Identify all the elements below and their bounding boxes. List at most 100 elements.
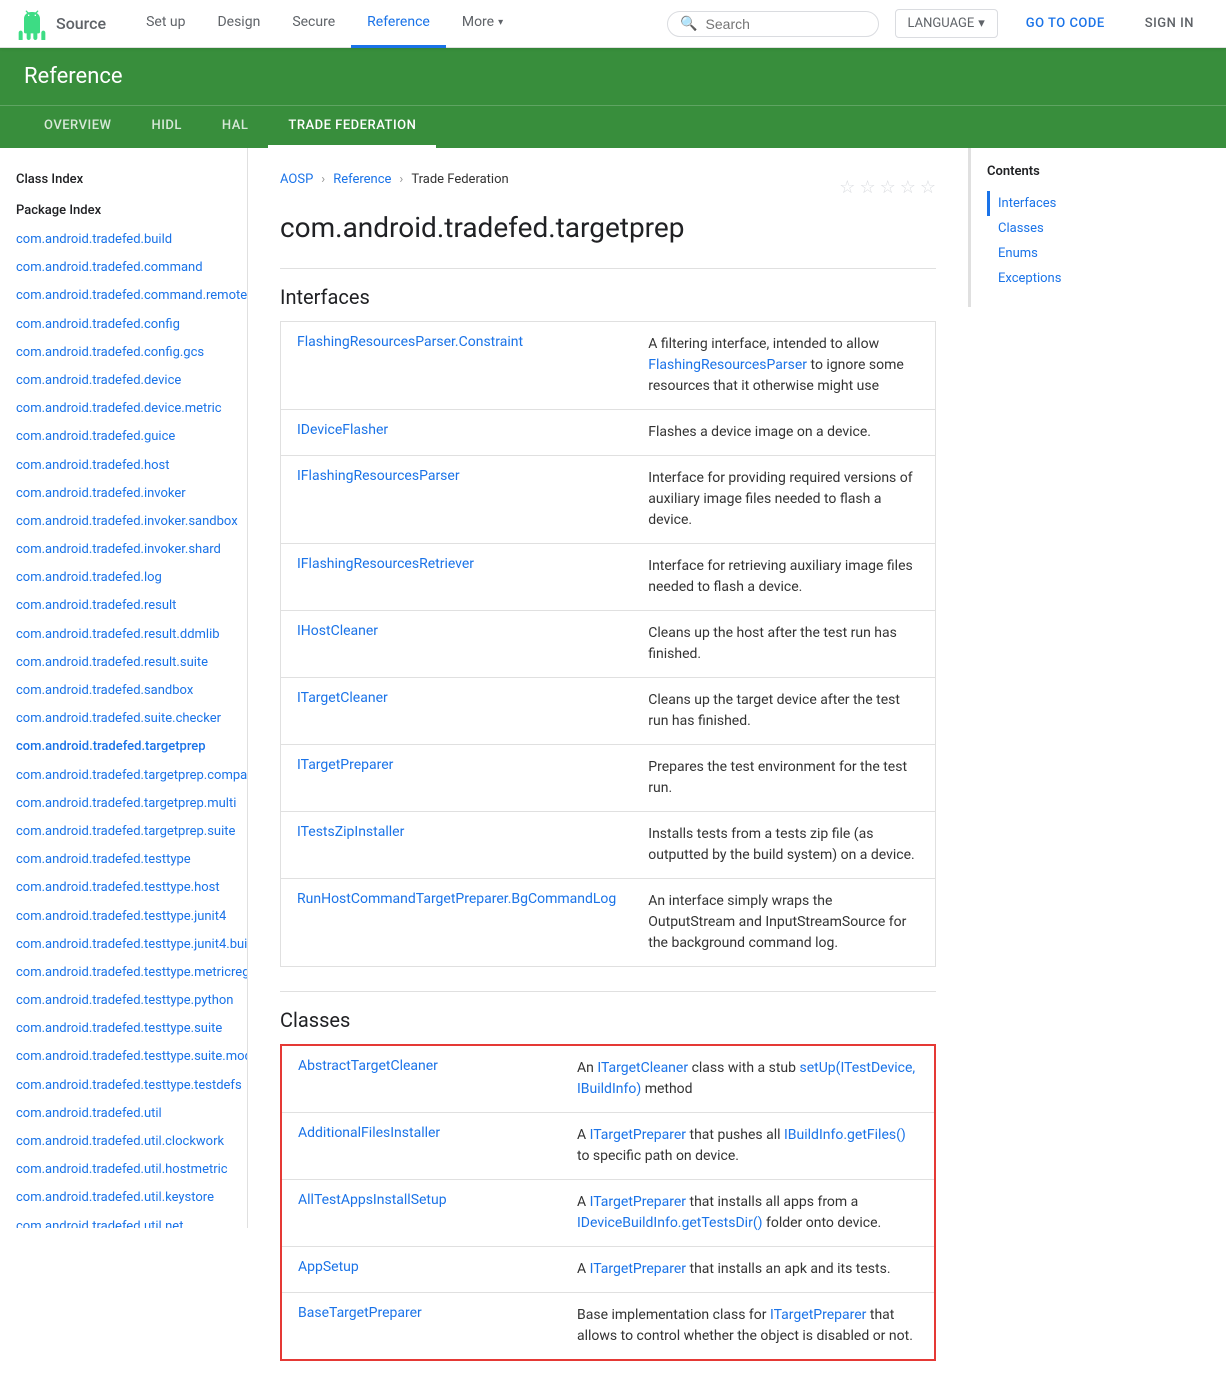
inline-link-ibuildinfo-getfiles[interactable]: IBuildInfo.getFiles() bbox=[784, 1127, 906, 1143]
star-1[interactable]: ☆ bbox=[839, 177, 855, 198]
sidebar-link-config-gcs[interactable]: com.android.tradefed.config.gcs bbox=[0, 339, 247, 367]
sidebar-link-targetprep-suite[interactable]: com.android.tradefed.targetprep.suite bbox=[0, 818, 247, 846]
subnav-hal[interactable]: HAL bbox=[202, 106, 268, 148]
interface-desc-itests-zip-installer: Installs tests from a tests zip file (as… bbox=[632, 812, 935, 879]
sidebar-link-testtype-suite[interactable]: com.android.tradefed.testtype.suite bbox=[0, 1015, 247, 1043]
table-row: BaseTargetPreparer Base implementation c… bbox=[281, 1293, 935, 1361]
sidebar-link-testtype-suite-module[interactable]: com.android.tradefed.testtype.suite.modu… bbox=[0, 1043, 247, 1071]
class-link-additional-files-installer[interactable]: AdditionalFilesInstaller bbox=[298, 1125, 440, 1141]
sidebar-link-testtype-host[interactable]: com.android.tradefed.testtype.host bbox=[0, 874, 247, 902]
interface-link-itarget-cleaner[interactable]: ITargetCleaner bbox=[297, 690, 388, 706]
sidebar-link-command[interactable]: com.android.tradefed.command bbox=[0, 254, 247, 282]
sidebar-class-index[interactable]: Class Index bbox=[0, 164, 247, 195]
sidebar-package-index[interactable]: Package Index bbox=[0, 195, 247, 226]
class-link-app-setup[interactable]: AppSetup bbox=[298, 1259, 359, 1275]
sidebar-link-targetprep-multi[interactable]: com.android.tradefed.targetprep.multi bbox=[0, 790, 247, 818]
interface-link-itests-zip-installer[interactable]: ITestsZipInstaller bbox=[297, 824, 404, 840]
breadcrumb: AOSP › Reference › Trade Federation bbox=[280, 172, 509, 187]
sidebar-link-suite-checker[interactable]: com.android.tradefed.suite.checker bbox=[0, 705, 247, 733]
sidebar-link-result-ddmlib[interactable]: com.android.tradefed.result.ddmlib bbox=[0, 621, 247, 649]
inline-link-itarget-cleaner[interactable]: ITargetCleaner bbox=[597, 1060, 688, 1076]
table-row: ITargetCleaner Cleans up the target devi… bbox=[281, 678, 936, 745]
nav-more[interactable]: More ▾ bbox=[446, 0, 519, 48]
sidebar-link-testtype-testdefs[interactable]: com.android.tradefed.testtype.testdefs bbox=[0, 1072, 247, 1100]
table-row: ITestsZipInstaller Installs tests from a… bbox=[281, 812, 936, 879]
sidebar-link-guice[interactable]: com.android.tradefed.guice bbox=[0, 423, 247, 451]
sidebar-link-testtype-junit4[interactable]: com.android.tradefed.testtype.junit4 bbox=[0, 903, 247, 931]
sidebar-link-invoker-shard[interactable]: com.android.tradefed.invoker.shard bbox=[0, 536, 247, 564]
breadcrumb-aosp[interactable]: AOSP bbox=[280, 172, 313, 187]
sidebar-link-util-keystore[interactable]: com.android.tradefed.util.keystore bbox=[0, 1184, 247, 1212]
interface-link-itarget-preparer[interactable]: ITargetPreparer bbox=[297, 757, 393, 773]
interface-link-flashing-constraint[interactable]: FlashingResourcesParser.Constraint bbox=[297, 334, 523, 350]
sidebar-link-testtype-metricregression[interactable]: com.android.tradefed.testtype.metricregr… bbox=[0, 959, 247, 987]
sidebar-link-util[interactable]: com.android.tradefed.util bbox=[0, 1100, 247, 1128]
logo[interactable]: Source bbox=[16, 8, 106, 40]
star-2[interactable]: ☆ bbox=[859, 177, 875, 198]
more-arrow-icon: ▾ bbox=[498, 17, 503, 28]
reference-title: Reference bbox=[24, 64, 1202, 89]
toc-item-classes[interactable]: Classes bbox=[987, 216, 1152, 241]
subnav-hidl[interactable]: HIDL bbox=[131, 106, 201, 148]
sidebar-link-testtype[interactable]: com.android.tradefed.testtype bbox=[0, 846, 247, 874]
toc-item-enums[interactable]: Enums bbox=[987, 241, 1152, 266]
top-nav: Source Set up Design Secure Reference Mo… bbox=[0, 0, 1226, 48]
sidebar-link-targetprep-companion[interactable]: com.android.tradefed.targetprep.companio… bbox=[0, 762, 247, 790]
toc-item-exceptions[interactable]: Exceptions bbox=[987, 266, 1152, 291]
sidebar-link-invoker[interactable]: com.android.tradefed.invoker bbox=[0, 480, 247, 508]
class-desc-all-test-apps-install-setup: A ITargetPreparer that installs all apps… bbox=[561, 1180, 935, 1247]
class-link-abstract-target-cleaner[interactable]: AbstractTargetCleaner bbox=[298, 1058, 438, 1074]
nav-setup[interactable]: Set up bbox=[130, 0, 201, 48]
class-link-all-test-apps-install-setup[interactable]: AllTestAppsInstallSetup bbox=[298, 1192, 447, 1208]
sidebar-link-config[interactable]: com.android.tradefed.config bbox=[0, 311, 247, 339]
search-bar[interactable]: 🔍 bbox=[667, 11, 878, 37]
sidebar-link-result[interactable]: com.android.tradefed.result bbox=[0, 592, 247, 620]
sidebar-link-host[interactable]: com.android.tradefed.host bbox=[0, 452, 247, 480]
inline-link-itarget-preparer-2[interactable]: ITargetPreparer bbox=[590, 1194, 686, 1210]
interface-link-runhost-command[interactable]: RunHostCommandTargetPreparer.BgCommandLo… bbox=[297, 891, 616, 907]
nav-secure[interactable]: Secure bbox=[276, 0, 351, 48]
sidebar-link-command-remote[interactable]: com.android.tradefed.command.remote bbox=[0, 282, 247, 310]
go-to-code-button[interactable]: GO TO CODE bbox=[1010, 10, 1121, 37]
table-row: AppSetup A ITargetPreparer that installs… bbox=[281, 1247, 935, 1293]
sidebar-link-invoker-sandbox[interactable]: com.android.tradefed.invoker.sandbox bbox=[0, 508, 247, 536]
sidebar-link-log[interactable]: com.android.tradefed.log bbox=[0, 564, 247, 592]
inline-link-flashing-parser[interactable]: FlashingResourcesParser bbox=[648, 357, 807, 373]
interface-link-idevice-flasher[interactable]: IDeviceFlasher bbox=[297, 422, 388, 438]
search-input[interactable] bbox=[706, 16, 866, 32]
page-title: com.android.tradefed.targetprep bbox=[280, 211, 936, 244]
interface-link-iflashing-resources-parser[interactable]: IFlashingResourcesParser bbox=[297, 468, 460, 484]
sidebar-link-device[interactable]: com.android.tradefed.device bbox=[0, 367, 247, 395]
toc-item-interfaces[interactable]: Interfaces bbox=[987, 191, 1152, 216]
inline-link-itarget-preparer-3[interactable]: ITargetPreparer bbox=[590, 1261, 686, 1277]
sidebar-link-device-metric[interactable]: com.android.tradefed.device.metric bbox=[0, 395, 247, 423]
inline-link-itarget-preparer-4[interactable]: ITargetPreparer bbox=[770, 1307, 866, 1323]
inline-link-itarget-preparer-1[interactable]: ITargetPreparer bbox=[590, 1127, 686, 1143]
sidebar-link-sandbox[interactable]: com.android.tradefed.sandbox bbox=[0, 677, 247, 705]
sign-in-button[interactable]: SIGN IN bbox=[1129, 10, 1210, 37]
sidebar-link-result-suite[interactable]: com.android.tradefed.result.suite bbox=[0, 649, 247, 677]
sidebar-link-util-net[interactable]: com.android.tradefed.util.net bbox=[0, 1213, 247, 1228]
inline-link-idevicebuildinfo-gettestsdir[interactable]: IDeviceBuildInfo.getTestsDir() bbox=[577, 1215, 763, 1231]
language-button[interactable]: LANGUAGE ▾ bbox=[895, 9, 998, 38]
nav-reference[interactable]: Reference bbox=[351, 0, 446, 48]
star-5[interactable]: ☆ bbox=[920, 177, 936, 198]
class-link-base-target-preparer[interactable]: BaseTargetPreparer bbox=[298, 1305, 422, 1321]
subnav-trade-federation[interactable]: TRADE FEDERATION bbox=[268, 106, 436, 148]
sidebar-link-util-hostmetric[interactable]: com.android.tradefed.util.hostmetric bbox=[0, 1156, 247, 1184]
breadcrumb-row: AOSP › Reference › Trade Federation ☆ ☆ … bbox=[280, 172, 936, 203]
nav-design[interactable]: Design bbox=[201, 0, 276, 48]
sidebar-link-testtype-python[interactable]: com.android.tradefed.testtype.python bbox=[0, 987, 247, 1015]
star-4[interactable]: ☆ bbox=[900, 177, 916, 198]
interface-link-ihost-cleaner[interactable]: IHostCleaner bbox=[297, 623, 378, 639]
interface-link-iflashing-resources-retriever[interactable]: IFlashingResourcesRetriever bbox=[297, 556, 474, 572]
table-row: IDeviceFlasher Flashes a device image on… bbox=[281, 410, 936, 456]
sidebar-link-build[interactable]: com.android.tradefed.build bbox=[0, 226, 247, 254]
star-3[interactable]: ☆ bbox=[880, 177, 896, 198]
sidebar-link-util-clockwork[interactable]: com.android.tradefed.util.clockwork bbox=[0, 1128, 247, 1156]
subnav-overview[interactable]: OVERVIEW bbox=[24, 106, 131, 148]
breadcrumb-reference[interactable]: Reference bbox=[333, 172, 391, 187]
table-row: AbstractTargetCleaner An ITargetCleaner … bbox=[281, 1045, 935, 1113]
sidebar-link-testtype-junit4-builder[interactable]: com.android.tradefed.testtype.junit4.bui… bbox=[0, 931, 247, 959]
sidebar-link-targetprep[interactable]: com.android.tradefed.targetprep bbox=[0, 733, 247, 761]
